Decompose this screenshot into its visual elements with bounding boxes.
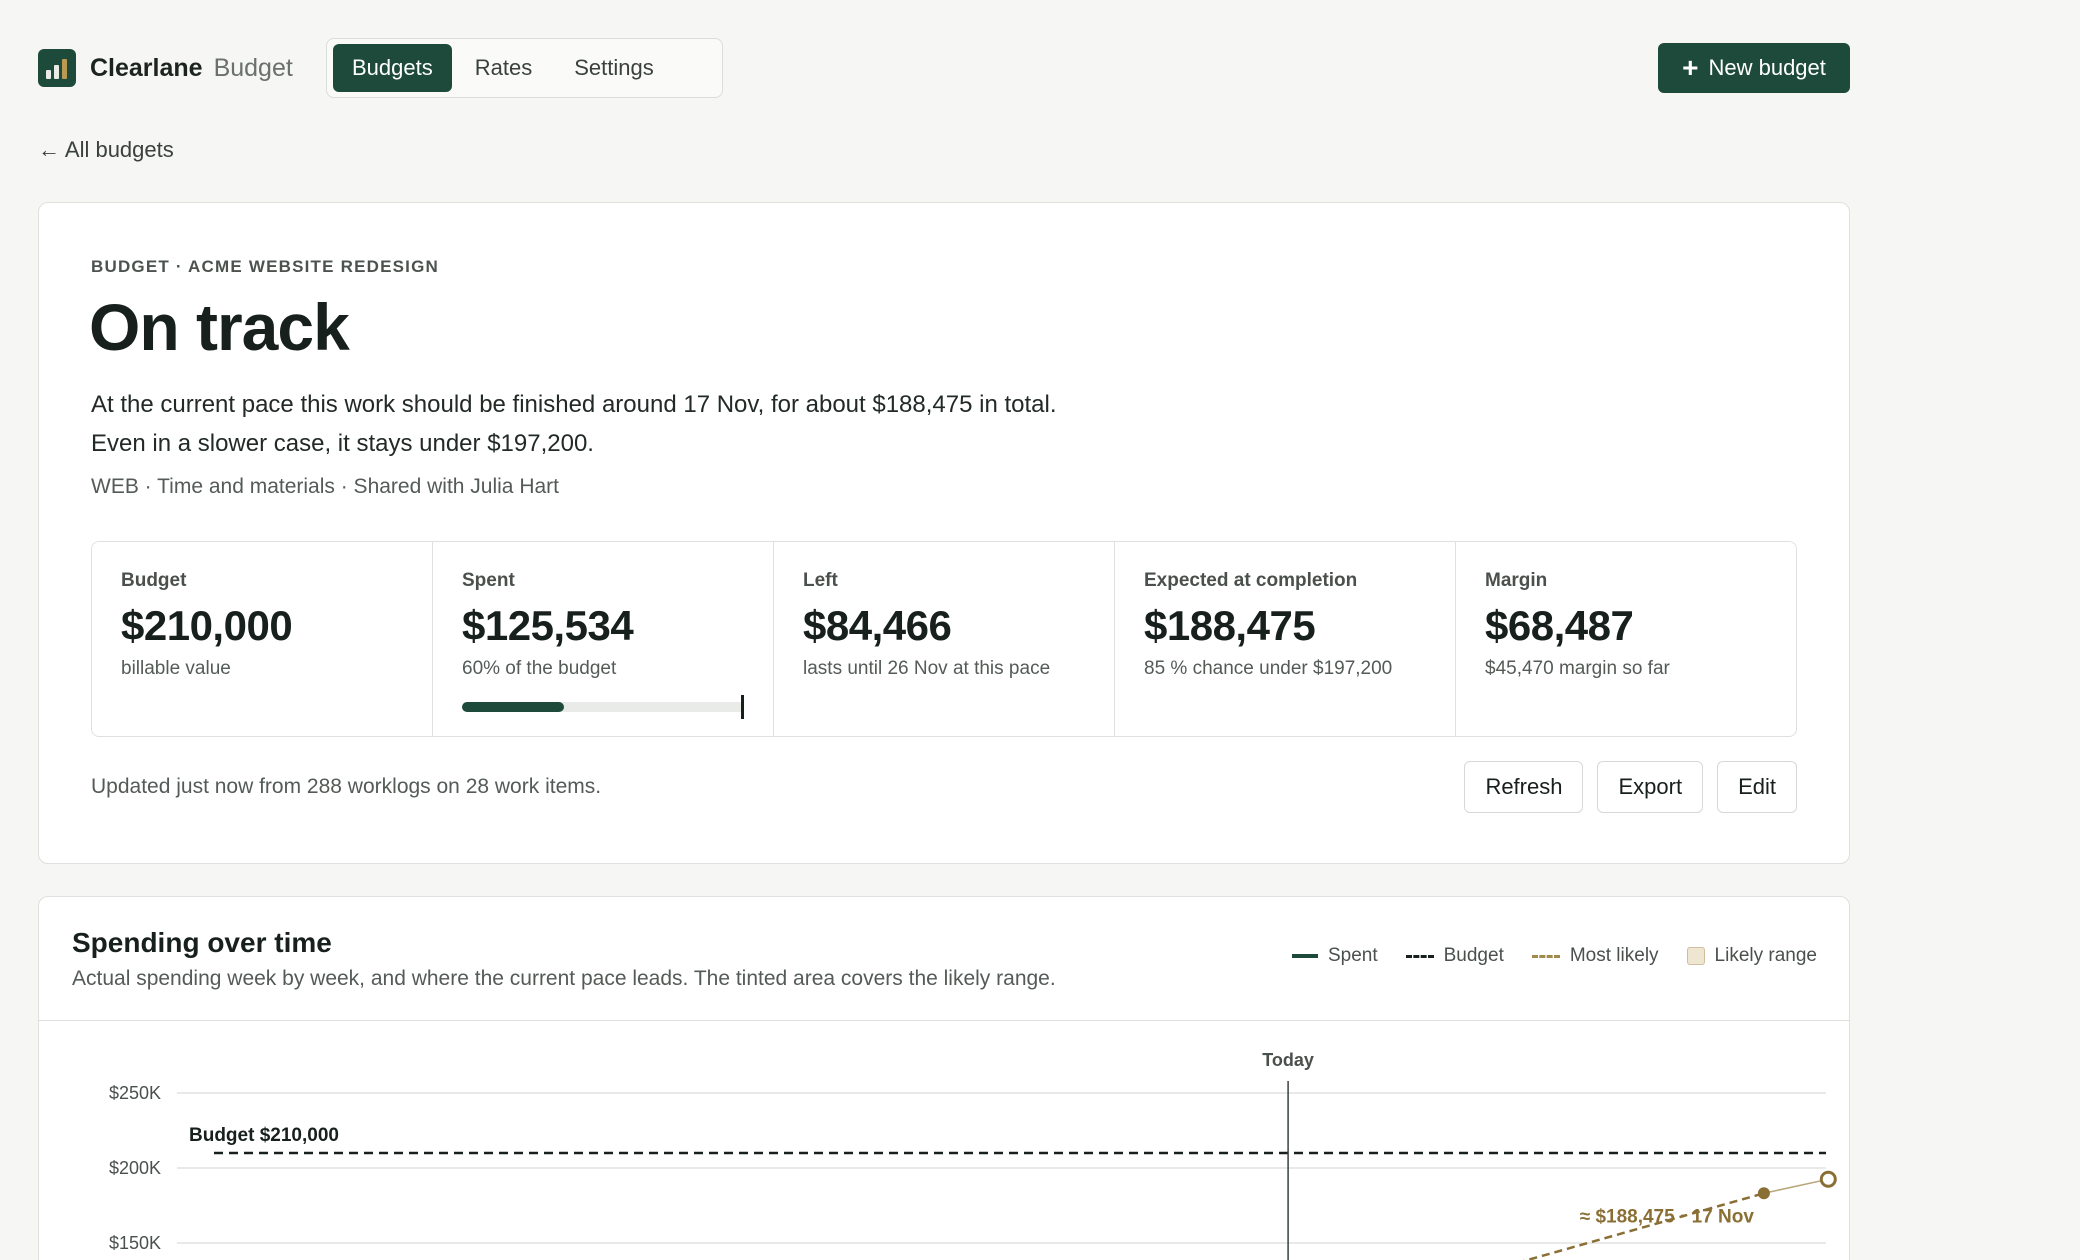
budget-line-label: Budget $210,000 <box>189 1125 339 1146</box>
brand[interactable]: Clearlane Budget <box>38 48 293 88</box>
legend-swatch <box>1405 954 1434 958</box>
legend-label: Most likely <box>1569 945 1659 966</box>
top-bar: Clearlane Budget Budgets Rates Settings … <box>38 38 1850 98</box>
y-tick-label: $250K <box>109 1083 161 1103</box>
legend-label: Likely range <box>1714 945 1817 966</box>
updated-status: Updated just now from 288 worklogs on 28… <box>91 775 602 798</box>
forecast-range-point <box>1819 1170 1837 1188</box>
stat-value: $125,534 <box>462 602 634 649</box>
stat-left: Left $84,466 lasts until 26 Nov at this … <box>774 542 1115 736</box>
spent-progress-fill <box>462 702 564 712</box>
legend-likely-range: Likely range <box>1686 945 1817 967</box>
brand-logo-icon <box>38 49 76 87</box>
stat-value: $68,487 <box>1485 602 1634 649</box>
legend-swatch <box>1531 954 1560 958</box>
status-title: On track <box>89 290 350 364</box>
stat-sub: 60% of the budget <box>462 658 617 679</box>
forecast-label: ≈ $188,475 · 17 Nov <box>1580 1206 1755 1227</box>
chart-subtitle: Actual spending week by week, and where … <box>72 967 1056 990</box>
new-budget-label: New budget <box>1708 55 1826 80</box>
spending-chart: $250K $200K $150K Budget $210,000 Today ≈ $18… <box>109 1050 1837 1260</box>
stat-value: $210,000 <box>121 602 293 649</box>
forecast-point <box>1757 1187 1770 1200</box>
stat-label: Margin <box>1485 570 1548 591</box>
forecast-range-line <box>1763 1178 1829 1195</box>
legend-swatch <box>1291 954 1318 958</box>
legend-label: Budget <box>1443 945 1504 966</box>
stat-expected-at-completion: Expected at completion $188,475 85 % cha… <box>1115 542 1456 736</box>
tab-budgets[interactable]: Budgets <box>333 44 452 92</box>
stat-label: Budget <box>121 570 187 591</box>
all-budgets-link[interactable]: ← All budgets <box>38 137 174 163</box>
stat-sub: 85 % chance under $197,200 <box>1144 658 1393 679</box>
stat-margin: Margin $68,487 $45,470 margin so far <box>1456 542 1796 736</box>
legend-swatch <box>1686 947 1705 965</box>
today-label: Today <box>1262 1050 1314 1070</box>
legend-label: Spent <box>1327 945 1378 966</box>
budget-eyebrow: BUDGET · ACME WEBSITE REDESIGN <box>91 257 439 276</box>
tab-settings[interactable]: Settings <box>555 44 673 92</box>
stat-spent: Spent $125,534 60% of the budget <box>433 542 774 736</box>
stat-budget: Budget $210,000 billable value <box>92 542 433 736</box>
brand-name: Clearlane <box>90 53 203 82</box>
refresh-button[interactable]: Refresh <box>1464 761 1584 813</box>
chart-title: Spending over time <box>72 927 332 958</box>
forecast-summary: At the current pace this work should be … <box>91 385 1291 463</box>
spent-progress-bar <box>462 695 744 719</box>
forecast-line-1: At the current pace this work should be … <box>91 391 1057 418</box>
legend-spent: Spent <box>1291 945 1378 967</box>
plus-icon: + <box>1682 52 1699 83</box>
budget-cap-marker <box>741 695 744 719</box>
tab-rates[interactable]: Rates <box>456 44 551 92</box>
stat-value: $188,475 <box>1144 602 1316 649</box>
budget-summary-card: BUDGET · ACME WEBSITE REDESIGN On track … <box>38 202 1850 864</box>
stat-label: Expected at completion <box>1144 570 1358 591</box>
forecast-line-2: Even in a slower case, it stays under $1… <box>91 430 594 457</box>
summary-actions: Refresh Export Edit <box>1464 761 1797 813</box>
chart-header: Spending over time Actual spending week … <box>39 897 1849 1021</box>
legend-most-likely: Most likely <box>1531 945 1659 967</box>
spending-chart-card: Spending over time Actual spending week … <box>38 896 1850 1260</box>
legend-budget: Budget <box>1405 945 1504 967</box>
brand-section: Budget <box>213 53 293 82</box>
chart-legend: Spent Budget Most likely Likely range <box>1291 945 1817 967</box>
stat-sub: lasts until 26 Nov at this pace <box>803 658 1051 679</box>
new-budget-button[interactable]: + New budget <box>1658 43 1850 93</box>
stat-sub: billable value <box>121 658 231 679</box>
stat-value: $84,466 <box>803 602 952 649</box>
y-tick-label: $200K <box>109 1158 161 1178</box>
stat-label: Spent <box>462 570 515 591</box>
nav-tabs: Budgets Rates Settings <box>326 38 723 98</box>
stats-row: Budget $210,000 billable value Spent $12… <box>91 541 1797 737</box>
export-button[interactable]: Export <box>1597 761 1704 813</box>
stat-label: Left <box>803 570 838 591</box>
stat-sub: $45,470 margin so far <box>1485 658 1670 679</box>
edit-button[interactable]: Edit <box>1717 761 1797 813</box>
y-tick-label: $150K <box>109 1233 161 1253</box>
budget-meta: WEB · Time and materials · Shared with J… <box>91 475 559 498</box>
